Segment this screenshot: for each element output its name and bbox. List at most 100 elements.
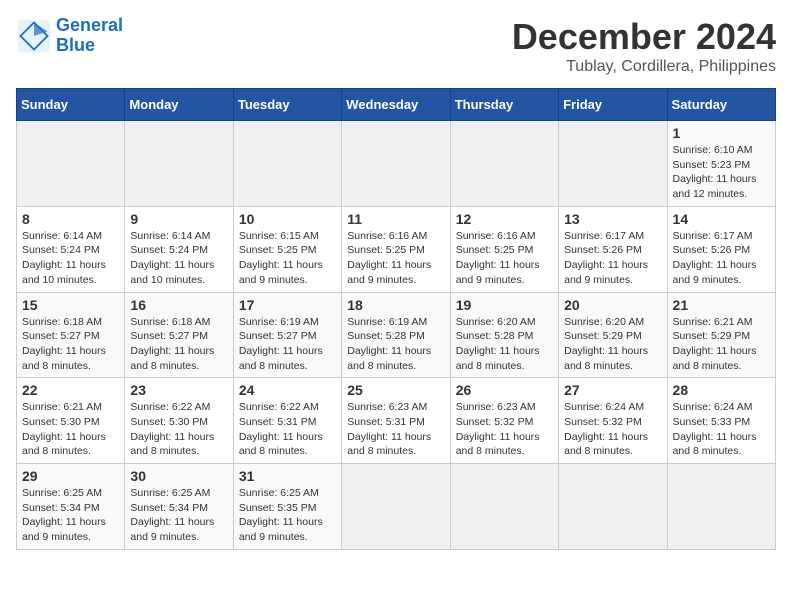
calendar-cell: 30Sunrise: 6:25 AM Sunset: 5:34 PM Dayli… <box>125 464 233 550</box>
calendar-cell <box>17 121 125 207</box>
day-info: Sunrise: 6:22 AM Sunset: 5:31 PM Dayligh… <box>239 400 336 459</box>
day-info: Sunrise: 6:19 AM Sunset: 5:28 PM Dayligh… <box>347 315 444 374</box>
day-number: 18 <box>347 297 444 313</box>
day-info: Sunrise: 6:19 AM Sunset: 5:27 PM Dayligh… <box>239 315 336 374</box>
day-info: Sunrise: 6:16 AM Sunset: 5:25 PM Dayligh… <box>347 229 444 288</box>
day-number: 9 <box>130 211 227 227</box>
day-number: 10 <box>239 211 336 227</box>
day-info: Sunrise: 6:23 AM Sunset: 5:32 PM Dayligh… <box>456 400 553 459</box>
day-number: 23 <box>130 382 227 398</box>
day-number: 13 <box>564 211 661 227</box>
day-header-monday: Monday <box>125 89 233 121</box>
day-number: 25 <box>347 382 444 398</box>
calendar-cell: 23 Sunrise: 6:22 AM Sunset: 5:30 PM Dayli… <box>125 378 233 464</box>
day-info: Sunrise: 6:14 AM Sunset: 5:24 PM Dayligh… <box>22 229 119 288</box>
day-number: 31 <box>239 468 336 484</box>
day-number: 21 <box>673 297 770 313</box>
logo-line2: Blue <box>56 35 95 55</box>
calendar-cell <box>450 121 558 207</box>
day-info: Sunrise: 6:17 AM Sunset: 5:26 PM Dayligh… <box>564 229 661 288</box>
logo-text: General Blue <box>56 16 123 56</box>
calendar-cell <box>559 464 667 550</box>
calendar-cell: 22Sunrise: 6:21 AM Sunset: 5:30 PM Dayli… <box>17 378 125 464</box>
calendar-cell: 21 Sunrise: 6:21 AM Sunset: 5:29 PM Dayli… <box>667 292 775 378</box>
calendar-cell: 20 Sunrise: 6:20 AM Sunset: 5:29 PM Dayli… <box>559 292 667 378</box>
day-number: 20 <box>564 297 661 313</box>
calendar-cell <box>450 464 558 550</box>
calendar-cell: 17 Sunrise: 6:19 AM Sunset: 5:27 PM Dayli… <box>233 292 341 378</box>
calendar-cell: 10 Sunrise: 6:15 AM Sunset: 5:25 PM Dayli… <box>233 206 341 292</box>
day-number: 17 <box>239 297 336 313</box>
calendar-week-3: 15 Sunrise: 6:18 AM Sunset: 5:27 PM Dayli… <box>17 292 776 378</box>
day-number: 11 <box>347 211 444 227</box>
header-row: SundayMondayTuesdayWednesdayThursdayFrid… <box>17 89 776 121</box>
calendar-cell <box>667 464 775 550</box>
day-number: 19 <box>456 297 553 313</box>
calendar-cell <box>559 121 667 207</box>
calendar-cell: 12 Sunrise: 6:16 AM Sunset: 5:25 PM Dayli… <box>450 206 558 292</box>
day-info: Sunrise: 6:10 AM Sunset: 5:23 PM Dayligh… <box>673 143 770 202</box>
day-info: Sunrise: 6:24 AM Sunset: 5:32 PM Dayligh… <box>564 400 661 459</box>
calendar-cell: 13 Sunrise: 6:17 AM Sunset: 5:26 PM Dayli… <box>559 206 667 292</box>
logo-icon <box>16 18 52 54</box>
logo: General Blue <box>16 16 123 56</box>
day-number: 28 <box>673 382 770 398</box>
calendar-cell <box>342 121 450 207</box>
day-info: Sunrise: 6:25 AM Sunset: 5:34 PM Dayligh… <box>22 486 119 545</box>
day-number: 29 <box>22 468 119 484</box>
day-info: Sunrise: 6:25 AM Sunset: 5:35 PM Dayligh… <box>239 486 336 545</box>
calendar-cell: 1 Sunrise: 6:10 AM Sunset: 5:23 PM Daylig… <box>667 121 775 207</box>
day-info: Sunrise: 6:25 AM Sunset: 5:34 PM Dayligh… <box>130 486 227 545</box>
calendar-cell: 26 Sunrise: 6:23 AM Sunset: 5:32 PM Dayli… <box>450 378 558 464</box>
day-number: 16 <box>130 297 227 313</box>
day-number: 14 <box>673 211 770 227</box>
day-info: Sunrise: 6:21 AM Sunset: 5:29 PM Dayligh… <box>673 315 770 374</box>
day-header-sunday: Sunday <box>17 89 125 121</box>
location-title: Tublay, Cordillera, Philippines <box>512 58 776 76</box>
calendar-cell: 8 Sunrise: 6:14 AM Sunset: 5:24 PM Daylig… <box>17 206 125 292</box>
day-info: Sunrise: 6:15 AM Sunset: 5:25 PM Dayligh… <box>239 229 336 288</box>
day-number: 12 <box>456 211 553 227</box>
day-info: Sunrise: 6:20 AM Sunset: 5:29 PM Dayligh… <box>564 315 661 374</box>
day-info: Sunrise: 6:23 AM Sunset: 5:31 PM Dayligh… <box>347 400 444 459</box>
day-info: Sunrise: 6:17 AM Sunset: 5:26 PM Dayligh… <box>673 229 770 288</box>
calendar-week-1: 1 Sunrise: 6:10 AM Sunset: 5:23 PM Daylig… <box>17 121 776 207</box>
calendar-cell: 28 Sunrise: 6:24 AM Sunset: 5:33 PM Dayli… <box>667 378 775 464</box>
day-header-tuesday: Tuesday <box>233 89 341 121</box>
day-header-wednesday: Wednesday <box>342 89 450 121</box>
calendar-cell: 11 Sunrise: 6:16 AM Sunset: 5:25 PM Dayli… <box>342 206 450 292</box>
logo-line1: General <box>56 15 123 35</box>
calendar-cell: 25 Sunrise: 6:23 AM Sunset: 5:31 PM Dayli… <box>342 378 450 464</box>
day-number: 24 <box>239 382 336 398</box>
day-header-saturday: Saturday <box>667 89 775 121</box>
day-number: 8 <box>22 211 119 227</box>
calendar-cell: 27 Sunrise: 6:24 AM Sunset: 5:32 PM Dayli… <box>559 378 667 464</box>
day-info: Sunrise: 6:18 AM Sunset: 5:27 PM Dayligh… <box>130 315 227 374</box>
calendar-cell: 31 Sunrise: 6:25 AM Sunset: 5:35 PM Dayli… <box>233 464 341 550</box>
calendar-cell: 9 Sunrise: 6:14 AM Sunset: 5:24 PM Daylig… <box>125 206 233 292</box>
calendar-cell <box>342 464 450 550</box>
day-number: 1 <box>673 125 770 141</box>
calendar-cell: 29 Sunrise: 6:25 AM Sunset: 5:34 PM Dayli… <box>17 464 125 550</box>
day-info: Sunrise: 6:14 AM Sunset: 5:24 PM Dayligh… <box>130 229 227 288</box>
calendar-cell: 19 Sunrise: 6:20 AM Sunset: 5:28 PM Dayli… <box>450 292 558 378</box>
day-info: Sunrise: 6:20 AM Sunset: 5:28 PM Dayligh… <box>456 315 553 374</box>
day-number: 15 <box>22 297 119 313</box>
calendar-cell: 16 Sunrise: 6:18 AM Sunset: 5:27 PM Dayli… <box>125 292 233 378</box>
title-area: December 2024 Tublay, Cordillera, Philip… <box>512 16 776 76</box>
month-title: December 2024 <box>512 16 776 58</box>
day-header-thursday: Thursday <box>450 89 558 121</box>
calendar-cell <box>233 121 341 207</box>
day-info: Sunrise: 6:21 AM Sunset: 5:30 PM Dayligh… <box>22 400 119 459</box>
day-number: 26 <box>456 382 553 398</box>
calendar-cell <box>125 121 233 207</box>
calendar-cell: 15 Sunrise: 6:18 AM Sunset: 5:27 PM Dayli… <box>17 292 125 378</box>
day-info: Sunrise: 6:24 AM Sunset: 5:33 PM Dayligh… <box>673 400 770 459</box>
day-info: Sunrise: 6:18 AM Sunset: 5:27 PM Dayligh… <box>22 315 119 374</box>
calendar-table: SundayMondayTuesdayWednesdayThursdayFrid… <box>16 88 776 550</box>
day-number: 27 <box>564 382 661 398</box>
day-info: Sunrise: 6:22 AM Sunset: 5:30 PM Dayligh… <box>130 400 227 459</box>
calendar-week-4: 22Sunrise: 6:21 AM Sunset: 5:30 PM Dayli… <box>17 378 776 464</box>
calendar-cell: 18 Sunrise: 6:19 AM Sunset: 5:28 PM Dayli… <box>342 292 450 378</box>
day-info: Sunrise: 6:16 AM Sunset: 5:25 PM Dayligh… <box>456 229 553 288</box>
